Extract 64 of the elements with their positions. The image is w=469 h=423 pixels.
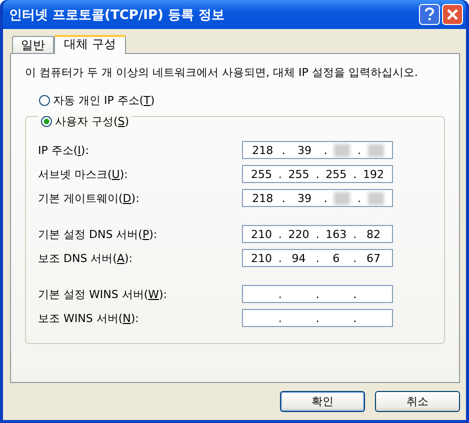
field-label: 기본 게이트웨이(D): [38,190,140,206]
octet-separator: . [324,144,328,156]
octet-value: 255 [287,168,310,180]
tab[interactable]: 일반 [12,36,54,53]
octet-separator: . [278,288,282,300]
octet-value: 67 [365,252,382,264]
field-label: 서브넷 마스크(U): [38,166,128,182]
octet-separator: . [353,252,357,264]
description-text: 이 컴퓨터가 두 개 이상의 네트워크에서 사용되면, 대체 IP 설정을 입력하십시오. [25,66,419,79]
radio-option[interactable]: 자동 개인 IP 주소(T) [39,93,445,108]
octet-value: 94 [290,252,307,264]
ip-address-field[interactable]: 218 . 39 . . [242,189,393,207]
octet-separator: . [353,168,357,180]
octet-separator: . [316,252,320,264]
octet-separator: . [282,192,286,204]
field-label: 기본 설정 DNS 서버(P): [38,226,158,242]
octet-value: 218 [251,192,274,204]
octet-separator: . [316,312,320,324]
radio-label: 사용자 구성(S) [55,114,130,129]
dialog-button[interactable]: 확인 [280,391,365,412]
octet-value: 6 [332,252,341,264]
field-label: 보조 WINS 서버(N): [38,310,139,326]
ip-address-field[interactable]: 218 . 39 . . [242,141,393,159]
octet-value: 82 [365,228,382,240]
octet-separator: . [324,192,328,204]
dialog-button[interactable]: 취소 [375,391,460,412]
octet-separator: . [353,228,357,240]
field-label: 기본 설정 WINS 서버(W): [38,286,168,302]
help-button[interactable] [419,4,440,25]
octet-separator: . [282,144,286,156]
octet-value: 220 [287,228,310,240]
octet-value: 210 [250,228,273,240]
octet-separator: . [358,144,362,156]
octet-value: 163 [324,228,348,240]
octet-value: 192 [362,168,385,180]
octet-separator: . [353,288,357,300]
ip-address-field[interactable]: 210 . 94 . 6 . 67 [242,249,393,267]
octet-separator: . [316,228,320,240]
octet-value: 218 [251,144,274,156]
radio-button[interactable] [39,95,50,106]
octet-value: 39 [296,192,312,204]
octet-value: 255 [250,168,273,180]
ip-address-field[interactable]: . . . [242,309,393,327]
octet-separator: . [316,168,320,180]
radio-button[interactable] [41,116,52,127]
octet-separator: . [278,252,282,264]
field-label: 보조 DNS 서버(A): [38,250,132,266]
ip-address-field[interactable]: 255 . 255 . 255 . 192 [242,165,393,183]
ip-address-field[interactable]: 210 . 220 . 163 . 82 [242,225,393,243]
octet-value: 39 [296,144,312,156]
radio-label: 자동 개인 IP 주소(T) [53,93,155,108]
octet-separator: . [316,288,320,300]
octet-separator: . [278,228,282,240]
octet-value: 255 [324,168,348,180]
octet-separator: . [358,192,362,204]
tab[interactable]: 대체 구성 [54,35,126,54]
field-label: IP 주소(I): [38,142,89,158]
octet-separator: . [278,312,282,324]
octet-separator: . [353,312,357,324]
close-button[interactable] [442,4,463,25]
window-title: 인터넷 프로토콜(TCP/IP) 등록 정보 [9,6,225,24]
ip-address-field[interactable]: . . . [242,285,393,303]
octet-separator: . [278,168,282,180]
octet-value: 210 [250,252,273,264]
